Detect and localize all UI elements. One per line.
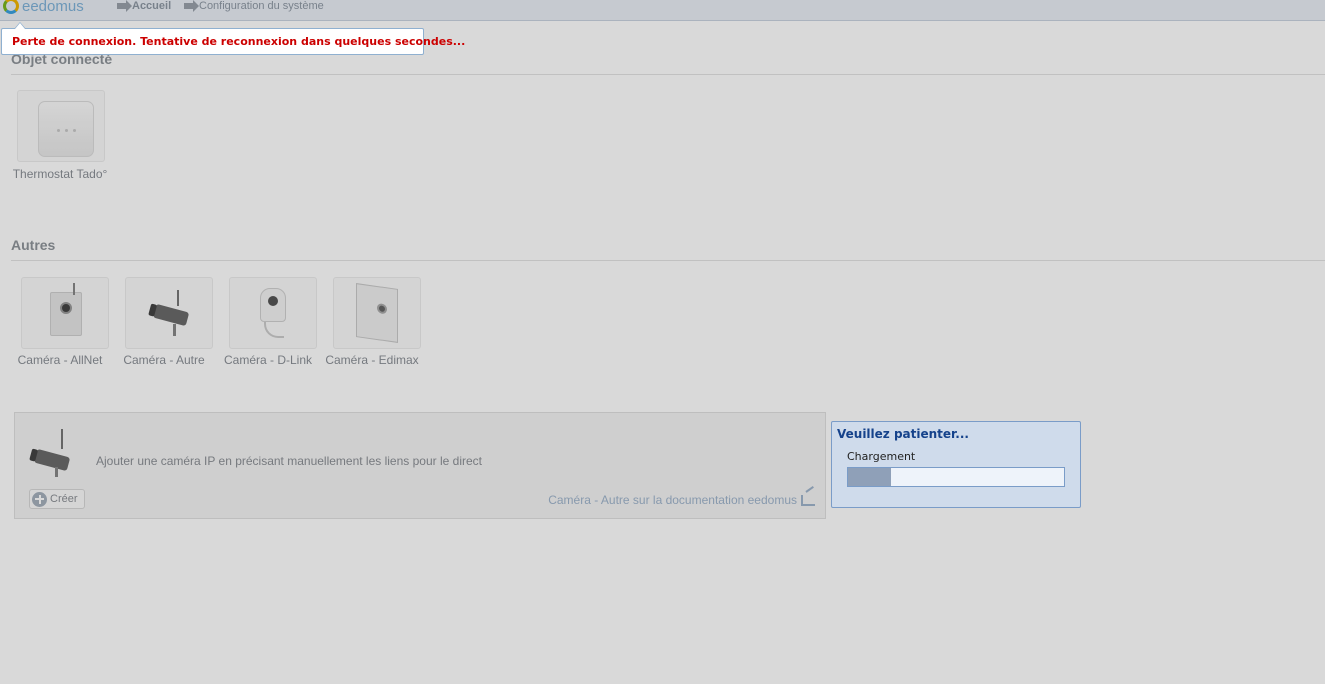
progress-bar	[847, 467, 1065, 487]
modal-overlay	[0, 0, 1325, 684]
loading-label: Chargement	[847, 450, 916, 463]
progress-fill	[848, 468, 892, 486]
connection-lost-notice: Perte de connexion. Tentative de reconne…	[1, 22, 465, 55]
notice-text: Perte de connexion. Tentative de reconne…	[12, 35, 466, 48]
loading-dialog: Veuillez patienter... Chargement	[831, 421, 1081, 508]
tooltip-pointer	[14, 22, 26, 29]
loading-title: Veuillez patienter...	[837, 427, 969, 441]
